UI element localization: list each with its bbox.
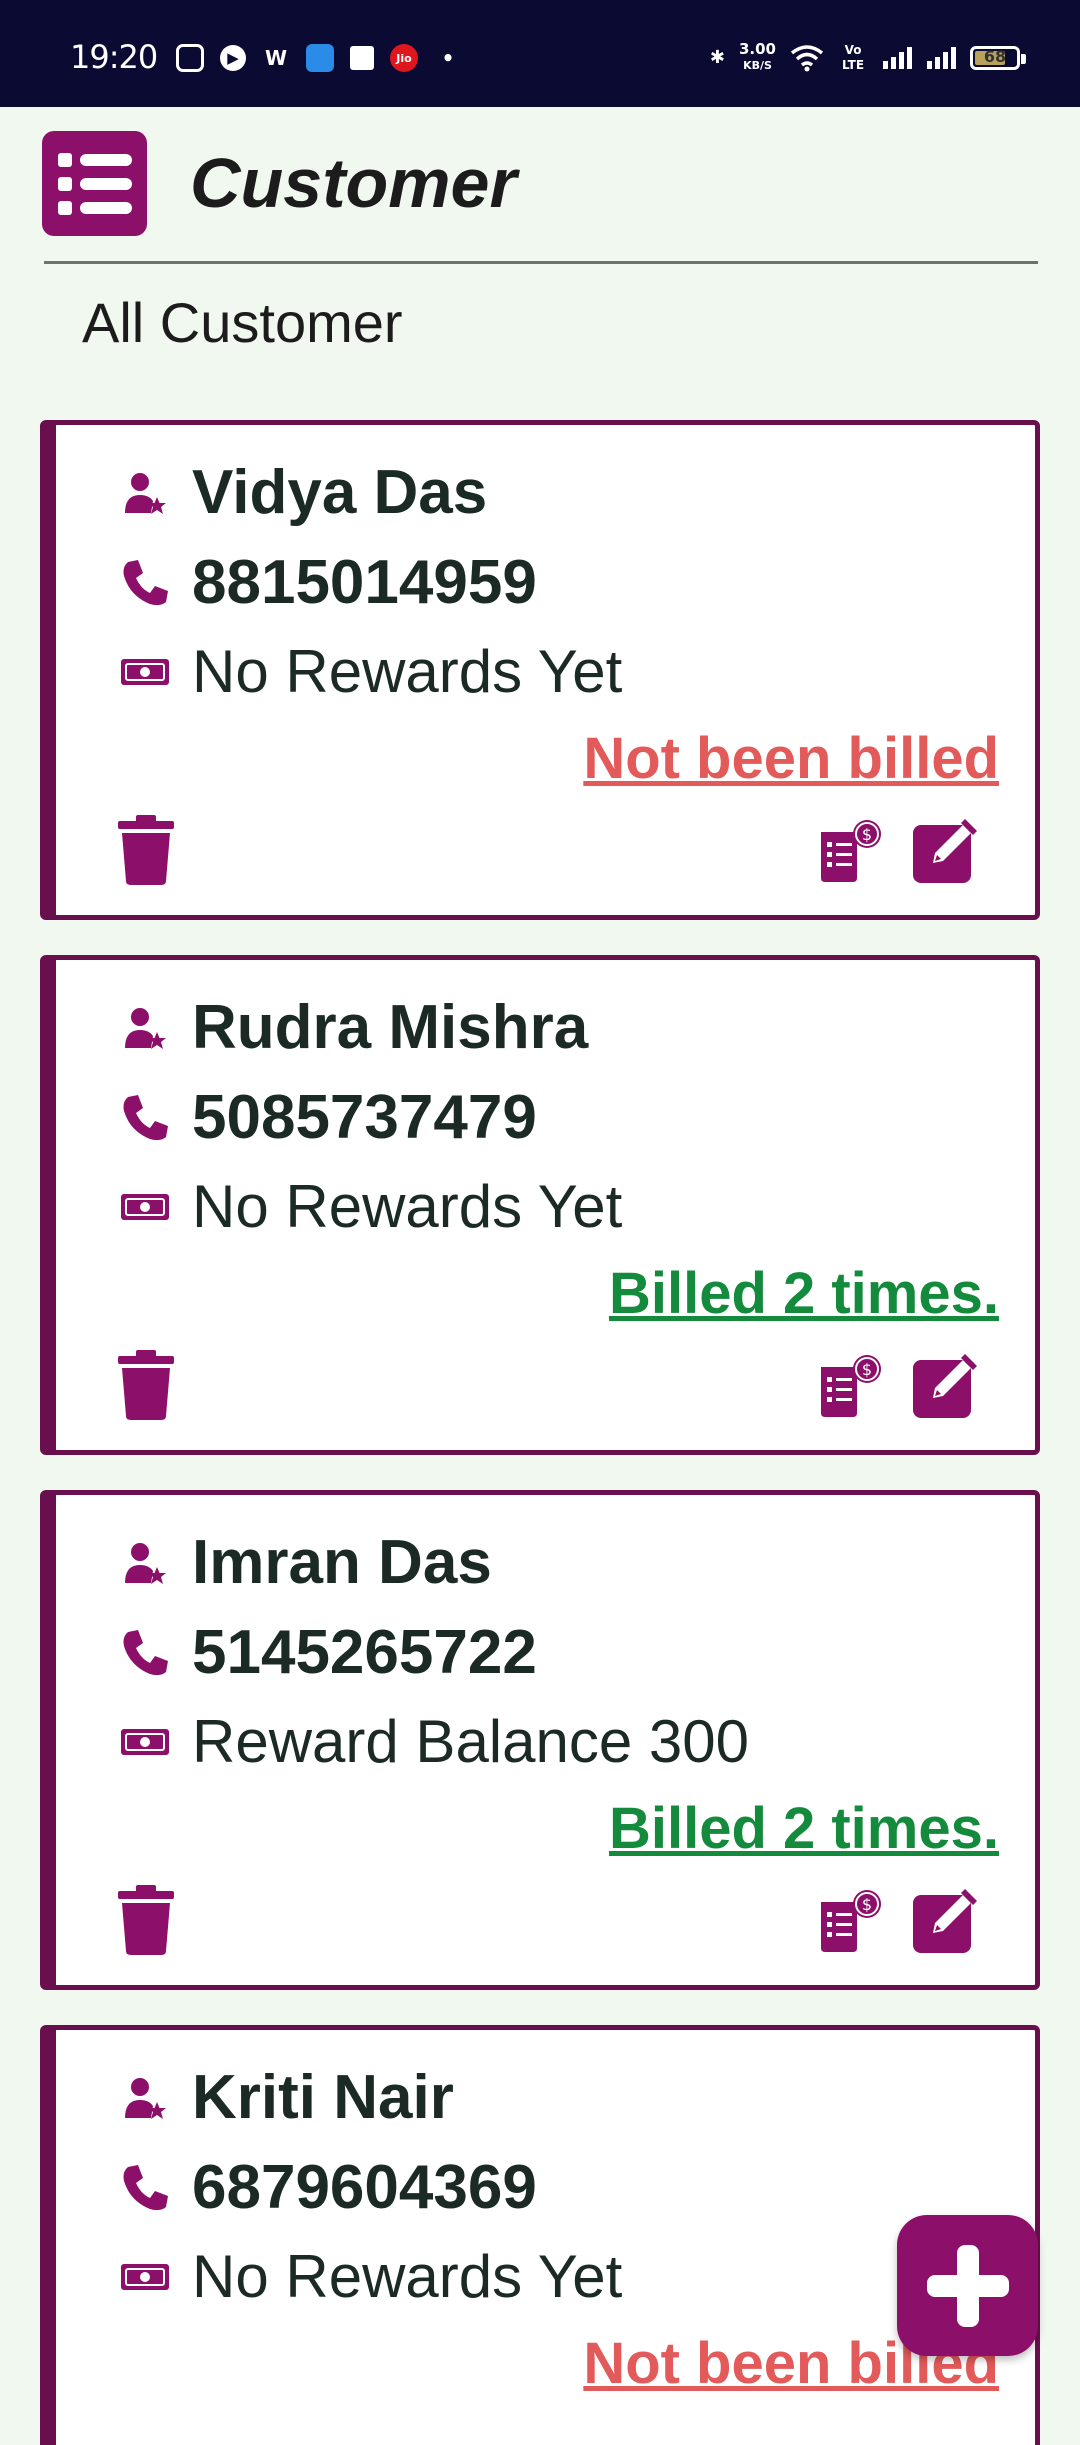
user-star-icon [116,999,174,1057]
svg-text:$: $ [862,1360,872,1379]
wifi-icon [790,44,824,71]
phone-icon [116,554,174,612]
money-icon [116,1178,174,1236]
phone-row: 5145265722 [116,1617,537,1688]
reward-row: Reward Balance 300 [116,1707,749,1776]
customer-reward: No Rewards Yet [192,2243,623,2310]
customer-card[interactable]: Imran Das 5145265722 Reward Balance 300 … [40,1490,1040,1990]
user-star-icon [116,2069,174,2127]
customer-reward: Reward Balance 300 [192,1708,750,1775]
customer-phone: 6879604369 [192,2153,537,2222]
name-row: Rudra Mishra [116,992,588,1063]
jio-icon: Jio [390,44,418,72]
reward-row: No Rewards Yet [116,2242,622,2311]
header-divider [44,261,1038,264]
name-row: Vidya Das [116,457,487,528]
delete-button[interactable] [116,1885,176,1955]
customer-name: Kriti Nair [192,2063,454,2132]
instagram-icon [176,44,204,72]
volte-icon: Vo LTE [841,42,865,72]
customer-card[interactable]: Vidya Das 8815014959 No Rewards Yet Not … [40,420,1040,920]
edit-icon[interactable] [911,1885,981,1955]
calendar-icon [350,46,374,70]
system-icons: ✱ 3.00 KB/S Vo LTE 68 [709,42,1026,73]
more-dot-icon: • [441,46,455,70]
name-row: Kriti Nair [116,2062,454,2133]
phone-icon [116,2159,174,2217]
net-speed-value: 3.00 [738,40,776,58]
reward-row: No Rewards Yet [116,637,622,706]
app-header: Customer [0,107,1080,265]
phone-row: 6879604369 [116,2152,537,2223]
page-title: Customer [190,144,517,222]
list-menu-icon [57,152,132,215]
reward-row: No Rewards Yet [116,1172,622,1241]
signal-icon-2 [927,46,956,69]
name-row: Imran Das [116,1527,492,1598]
user-star-icon [116,464,174,522]
customer-card[interactable]: Rudra Mishra 5085737479 No Rewards Yet B… [40,955,1040,1455]
user-star-icon [116,1534,174,1592]
network-speed: 3.00 KB/S [739,42,776,73]
menu-button[interactable] [42,131,147,236]
phone-row: 8815014959 [116,547,537,618]
delete-button[interactable] [116,1350,176,1420]
bill-status[interactable]: Not been billed [583,725,999,792]
phone-row: 5085737479 [116,1082,537,1153]
customer-reward: No Rewards Yet [192,638,623,705]
battery-icon: 68 [970,45,1026,70]
customer-card[interactable]: Kriti Nair 6879604369 No Rewards Yet Not… [40,2025,1040,2445]
net-speed-unit: KB/S [743,59,772,72]
svg-text:$: $ [862,1895,872,1914]
edit-icon[interactable] [911,815,981,885]
plus-icon [926,2244,1009,2327]
bill-status[interactable]: Billed 2 times. [609,1260,999,1327]
bill-receipt-icon[interactable]: $ [817,1888,883,1954]
bill-status[interactable]: Billed 2 times. [609,1795,999,1862]
customer-name: Rudra Mishra [192,993,589,1062]
customer-phone: 5085737479 [192,1083,537,1152]
notification-icons: ▶ W Jio • [176,44,462,72]
money-icon [116,2248,174,2306]
youtube-icon: ▶ [220,45,246,71]
bluetooth-icon: ✱ [709,47,725,68]
customer-phone: 5145265722 [192,1618,537,1687]
wps-icon: W [264,46,288,70]
status-bar: 19:20 ▶ W Jio • ✱ 3.00 KB/S Vo LTE 68 [0,0,1080,107]
money-icon [116,643,174,701]
customer-name: Imran Das [192,1528,492,1597]
app-icon [306,44,334,72]
section-title: All Customer [82,291,403,354]
battery-level: 68 [983,46,1007,66]
bill-receipt-icon[interactable]: $ [817,1353,883,1419]
phone-icon [116,1624,174,1682]
delete-button[interactable] [116,815,176,885]
customer-name: Vidya Das [192,458,488,527]
customer-reward: No Rewards Yet [192,1173,623,1240]
bill-receipt-icon[interactable]: $ [817,818,883,884]
status-time: 19:20 [70,38,158,76]
add-customer-button[interactable] [897,2215,1038,2356]
signal-icon-1 [883,46,912,69]
money-icon [116,1713,174,1771]
customer-phone: 8815014959 [192,548,537,617]
svg-text:$: $ [862,825,872,844]
edit-icon[interactable] [911,1350,981,1420]
phone-icon [116,1089,174,1147]
